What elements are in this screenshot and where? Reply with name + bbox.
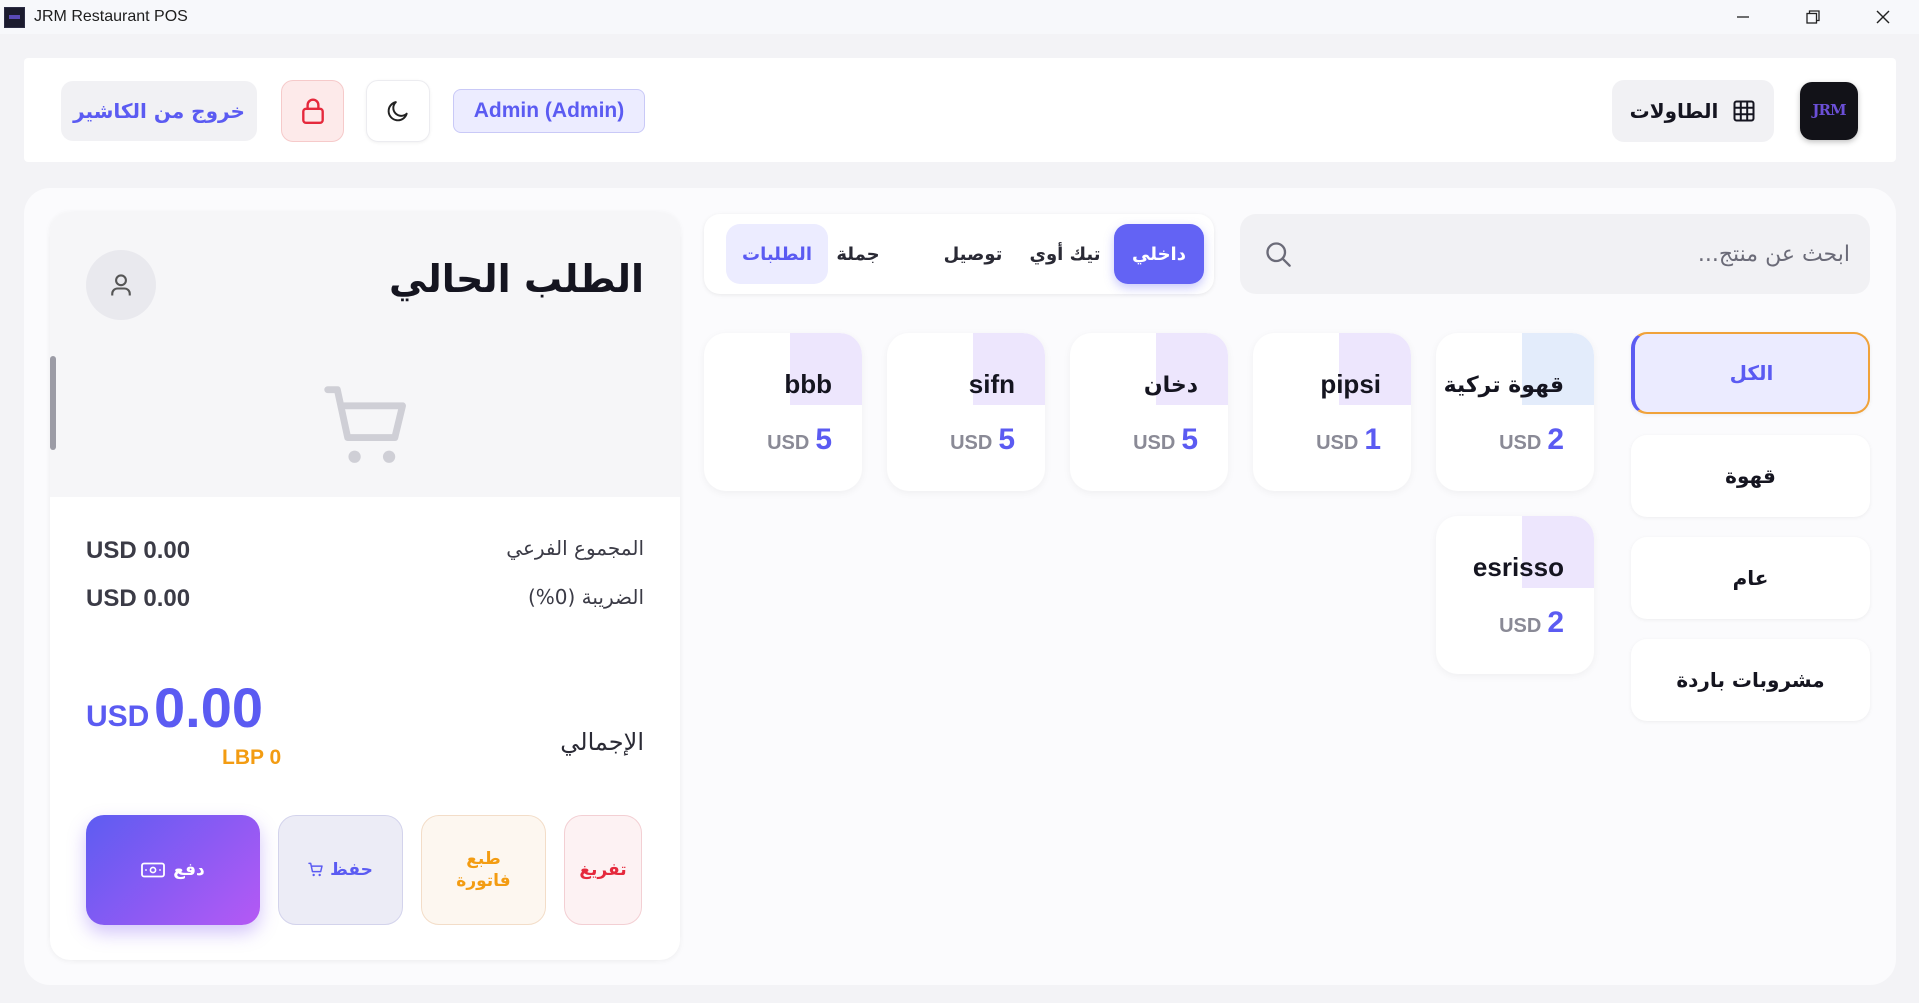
clear-button[interactable]: تفريغ [564, 815, 642, 925]
lock-icon [301, 98, 324, 125]
product-price-value: 5 [998, 423, 1015, 456]
product-price: USD 5 [950, 423, 1015, 457]
minimize-button[interactable] [1714, 0, 1772, 34]
window-titlebar: JRM Restaurant POS [0, 0, 1919, 34]
product-price: USD 5 [767, 423, 832, 457]
product-name: esrisso [1472, 552, 1564, 582]
category-general[interactable]: عام [1631, 537, 1870, 619]
total-label: الإجمالي [560, 728, 644, 756]
search-icon [1266, 242, 1291, 267]
product-name: قهوة تركية [1443, 373, 1564, 398]
category-all[interactable]: الكل [1631, 332, 1870, 414]
cart-icon [324, 386, 406, 463]
moon-icon [387, 101, 408, 122]
print-label-line1: طبع [466, 848, 501, 869]
product-card[interactable]: قهوة تركية USD 2 [1436, 333, 1594, 491]
product-currency: USD [1499, 432, 1542, 454]
product-price: USD 1 [1316, 423, 1381, 457]
current-order-panel: الطلب الحالي المجموع الفرعي USD 0.00 الض… [50, 212, 680, 960]
pay-label: دفع [173, 860, 205, 880]
search-input[interactable] [1290, 214, 1850, 294]
close-button[interactable] [1854, 0, 1912, 34]
minimize-icon [1737, 16, 1749, 18]
print-invoice-button[interactable]: طبع فاتورة [421, 815, 546, 925]
category-coffee[interactable]: قهوة [1631, 435, 1870, 517]
cart-small-icon [308, 862, 323, 877]
product-name: sifn [968, 369, 1015, 399]
product-price: USD 2 [1499, 423, 1564, 457]
cash-icon [141, 862, 166, 878]
product-name: دخان [1143, 373, 1198, 398]
theme-toggle-button[interactable] [366, 80, 430, 142]
tables-button[interactable]: الطاولات [1612, 80, 1774, 142]
save-label: حفظ [330, 860, 373, 880]
tax-label: الضريبة (0%) [527, 585, 644, 609]
pay-button[interactable]: دفع [86, 815, 260, 925]
product-currency: USD [1133, 432, 1176, 454]
product-price-value: 2 [1547, 423, 1564, 456]
tax-value: USD 0.00 [86, 585, 191, 612]
product-card[interactable]: دخان USD 5 [1070, 333, 1228, 491]
product-name: pipsi [1320, 369, 1381, 399]
user-icon [111, 274, 131, 296]
app-icon [4, 7, 25, 28]
tables-label: الطاولات [1629, 99, 1719, 123]
subtotal-value: USD 0.00 [86, 537, 191, 564]
product-currency: USD [767, 432, 810, 454]
product-currency: USD [1316, 432, 1359, 454]
window-title: JRM Restaurant POS [34, 8, 188, 25]
print-label: طبع فاتورة [456, 848, 510, 892]
lock-button[interactable] [281, 80, 344, 142]
restore-icon [1806, 10, 1820, 24]
total-value: 0.00 [154, 676, 263, 739]
tab-dine-in[interactable]: داخلي [1114, 224, 1204, 284]
total-currency: USD [86, 700, 150, 733]
close-icon [1876, 10, 1890, 24]
product-price: USD 5 [1133, 423, 1198, 457]
product-currency: USD [950, 432, 993, 454]
product-price-value: 5 [815, 423, 832, 456]
save-button[interactable]: حفظ [278, 815, 403, 925]
subtotal-label: المجموع الفرعي [506, 536, 644, 560]
tab-wholesale[interactable]: جملة [816, 224, 900, 284]
tab-takeaway[interactable]: تيك أوي [1022, 224, 1108, 284]
order-title: الطلب الحالي [389, 257, 644, 301]
restore-button[interactable] [1784, 0, 1842, 34]
product-card[interactable]: pipsi USD 1 [1253, 333, 1411, 491]
user-badge: Admin (Admin) [453, 89, 645, 133]
product-name: bbb [784, 369, 832, 399]
product-currency: USD [1499, 615, 1542, 637]
product-price-value: 1 [1364, 423, 1381, 456]
product-price-value: 2 [1547, 606, 1564, 639]
order-type-tabs: داخلي تيك أوي توصيل جملة الطلبات [704, 214, 1214, 294]
product-price-value: 5 [1181, 423, 1198, 456]
tab-orders[interactable]: الطلبات [726, 224, 828, 284]
product-card[interactable]: bbb USD 5 [704, 333, 862, 491]
print-label-line2: فاتورة [456, 871, 511, 891]
app-logo: JRM [1800, 82, 1858, 140]
product-card[interactable]: sifn USD 5 [887, 333, 1045, 491]
product-search [1240, 214, 1870, 294]
product-card[interactable]: esrisso USD 2 [1436, 516, 1594, 674]
customer-button[interactable] [86, 250, 156, 320]
grid-icon [1733, 100, 1755, 122]
total-lbp: LBP 0 [222, 746, 282, 769]
order-scrollbar[interactable] [50, 356, 56, 450]
logo-text: JRM [1812, 101, 1846, 119]
tab-delivery[interactable]: توصيل [930, 224, 1016, 284]
product-price: USD 2 [1499, 606, 1564, 640]
logout-button[interactable]: خروج من الكاشير [61, 81, 257, 141]
category-cold-drinks[interactable]: مشروبات باردة [1631, 639, 1870, 721]
